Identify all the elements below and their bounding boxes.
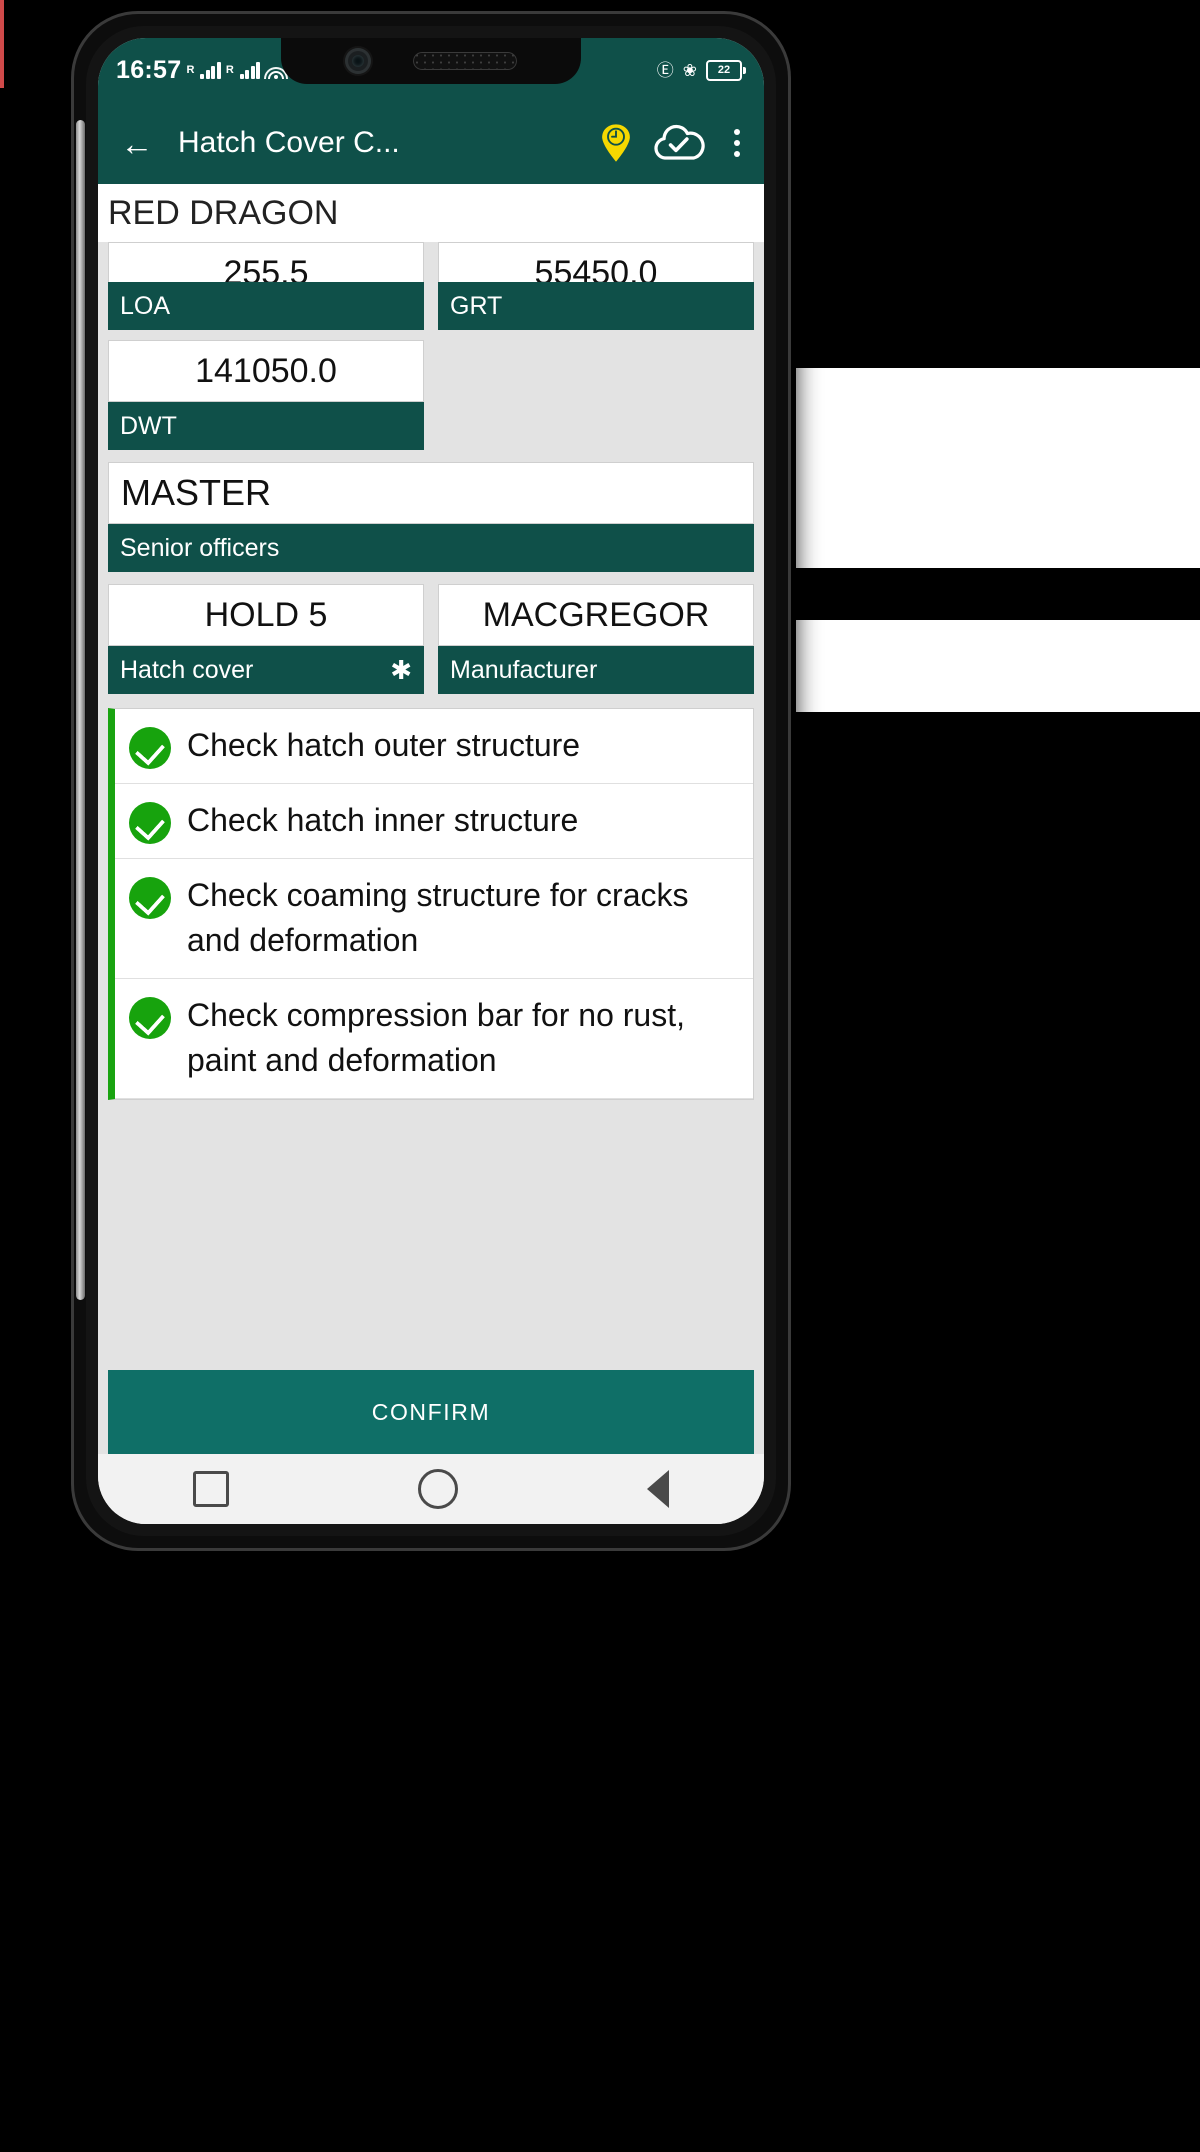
bluetooth-icon: ❀: [682, 60, 697, 80]
lock-icon: Ⓔ: [656, 60, 674, 80]
field-loa-value[interactable]: 255.5: [108, 242, 424, 282]
cloud-check-icon[interactable]: [650, 119, 708, 168]
circle-home-icon[interactable]: [417, 1469, 458, 1509]
field-manufacturer-value[interactable]: MACGREGOR: [438, 584, 754, 646]
field-manufacturer-label: Manufacturer: [438, 646, 754, 694]
field-dwt-label-text: DWT: [120, 411, 177, 440]
checklist: Check hatch outer structure Check hatch …: [108, 708, 754, 1100]
triangle-back-icon[interactable]: [647, 1470, 670, 1508]
field-senior-officers-label: Senior officers: [108, 524, 754, 572]
signal-bars-icon-2: [239, 61, 261, 79]
list-item-label: Check coaming structure for cracks and d…: [187, 877, 689, 959]
field-senior-officers[interactable]: MASTER Senior officers: [108, 462, 754, 572]
field-loa-label: LOA: [108, 282, 424, 330]
form-page-body: RED DRAGON 255.5 LOA 55450.0 GRT 141050.…: [98, 184, 764, 1454]
check-circle-icon[interactable]: [129, 802, 171, 844]
field-spacer: [438, 340, 754, 450]
back-arrow-icon[interactable]: ←: [114, 120, 160, 166]
field-loa-label-text: LOA: [120, 291, 171, 320]
field-hatch-cover-label-text: Hatch cover: [120, 655, 254, 684]
vessel-name-bar: RED DRAGON: [98, 184, 764, 242]
earpiece-speaker-icon: [413, 52, 517, 70]
field-senior-officers-value-text: MASTER: [121, 472, 272, 513]
check-circle-icon[interactable]: [129, 727, 171, 769]
list-item[interactable]: Check hatch inner structure: [115, 784, 753, 859]
battery-icon: 22: [706, 59, 746, 81]
field-grt-label: GRT: [438, 282, 754, 330]
list-item[interactable]: Check coaming structure for cracks and d…: [115, 859, 753, 979]
field-grt[interactable]: 55450.0 GRT: [438, 242, 754, 330]
battery-level-label: 22: [706, 59, 742, 81]
field-loa[interactable]: 255.5 LOA: [108, 242, 424, 330]
field-dwt[interactable]: 141050.0 DWT: [108, 340, 424, 450]
app-bar: ← Hatch Cover C...: [98, 102, 764, 184]
field-senior-officers-label-text: Senior officers: [120, 533, 280, 562]
field-manufacturer-label-text: Manufacturer: [450, 655, 598, 684]
check-circle-icon[interactable]: [129, 996, 171, 1039]
field-loa-value-text: 255.5: [223, 254, 309, 282]
field-dwt-label: DWT: [108, 402, 424, 450]
front-camera-icon: [345, 48, 371, 74]
field-manufacturer-value-text: MACGREGOR: [482, 595, 710, 634]
field-hatch-cover-required: ✱: [390, 654, 412, 685]
signal-bars-icon-1: [200, 61, 221, 79]
list-item-label: Check hatch inner structure: [187, 802, 579, 838]
field-senior-officers-value[interactable]: MASTER: [108, 462, 754, 524]
battery-cap: [743, 66, 746, 74]
field-grt-value-text: 55450.0: [534, 254, 658, 282]
phone-notch: [281, 38, 581, 84]
overflow-menu-icon[interactable]: [726, 123, 748, 163]
field-row-hatch-cover: HOLD 5 Hatch cover ✱ MACGREGOR Manufactu…: [98, 584, 764, 694]
field-manufacturer[interactable]: MACGREGOR Manufacturer: [438, 584, 754, 694]
field-row-senior-officers: MASTER Senior officers: [98, 462, 764, 572]
form-scroll-area[interactable]: 255.5 LOA 55450.0 GRT 141050.0 DWT MASTE…: [98, 242, 764, 1454]
status-bar-left: 16:57 R R: [116, 55, 289, 85]
field-hatch-cover-value-text: HOLD 5: [204, 595, 328, 634]
field-grt-label-text: GRT: [450, 291, 503, 320]
system-nav-bar: [98, 1454, 764, 1524]
list-item-label: Check hatch outer structure: [187, 727, 581, 763]
confirm-button[interactable]: CONFIRM: [108, 1370, 754, 1454]
field-row-dwt: 141050.0 DWT: [98, 340, 764, 450]
list-item[interactable]: Check hatch outer structure: [115, 709, 753, 784]
roaming-indicator-2: R: [225, 63, 234, 76]
background-card-lower: [796, 620, 1200, 712]
pin-clock-icon[interactable]: [600, 123, 632, 163]
field-hatch-cover-label: Hatch cover ✱: [108, 646, 424, 694]
field-dwt-value[interactable]: 141050.0: [108, 340, 424, 402]
background-card-upper: [796, 368, 1200, 568]
status-bar-right: Ⓔ ❀ 22: [656, 59, 746, 81]
square-recents-icon[interactable]: [192, 1471, 229, 1507]
background-card-accent-stripe: [0, 0, 4, 88]
check-circle-icon[interactable]: [129, 877, 171, 919]
field-grt-value[interactable]: 55450.0: [438, 242, 754, 282]
field-row-loa-grt: 255.5 LOA 55450.0 GRT: [98, 242, 764, 330]
field-hatch-cover[interactable]: HOLD 5 Hatch cover ✱: [108, 584, 424, 694]
roaming-indicator-1: R: [186, 63, 195, 76]
vessel-name: RED DRAGON: [108, 193, 339, 232]
status-clock: 16:57: [116, 55, 182, 84]
phone-side-edge: [76, 120, 85, 1300]
phone-screen: 16:57 R R Ⓔ ❀ 22 ← Hatch Cover C... RED …: [98, 38, 764, 1524]
app-bar-actions: [600, 119, 748, 168]
field-dwt-value-text: 141050.0: [195, 351, 337, 390]
list-item-label: Check compression bar for no rust, paint…: [187, 996, 685, 1079]
list-item[interactable]: Check compression bar for no rust, paint…: [115, 979, 753, 1099]
field-hatch-cover-value[interactable]: HOLD 5: [108, 584, 424, 646]
page-title: Hatch Cover C...: [178, 126, 400, 159]
